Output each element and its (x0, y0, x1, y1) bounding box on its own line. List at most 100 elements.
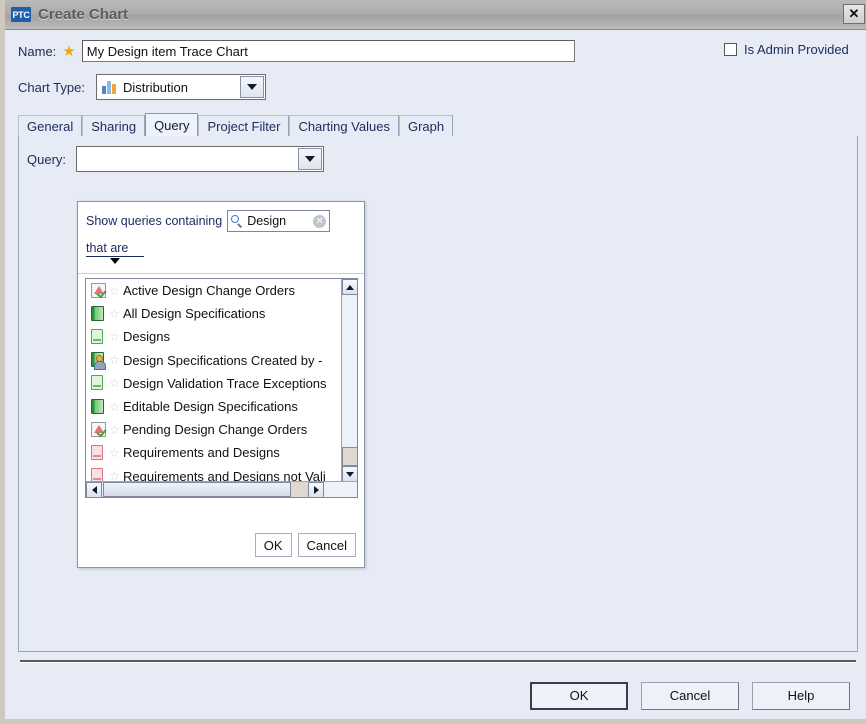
scroll-left-icon[interactable] (86, 482, 102, 497)
query-list-items: ☆ Active Design Change Orders ☆ All Desi… (86, 279, 342, 482)
list-item-label: Active Design Change Orders (123, 283, 295, 299)
tab-charting-values-label: Charting Values (298, 118, 390, 134)
search-input[interactable]: Design ✕ (227, 210, 331, 232)
help-button[interactable]: Help (752, 681, 850, 710)
favorite-star-icon[interactable]: ☆ (108, 307, 121, 321)
title-bar: PTC Create Chart ✕ (5, 0, 866, 30)
tab-project-filter-label: Project Filter (207, 118, 281, 134)
chevron-down-icon (110, 258, 120, 264)
tab-graph[interactable]: Graph (398, 115, 454, 136)
chart-type-label: Chart Type: (18, 79, 85, 95)
favorite-star-icon[interactable]: ☆ (108, 376, 121, 390)
search-icon (231, 214, 244, 228)
chart-type-dropdown-arrow-icon[interactable] (239, 76, 264, 98)
favorite-star-icon[interactable]: ☆ (108, 330, 121, 344)
favorite-star-icon[interactable]: ☆ (108, 446, 121, 460)
list-item[interactable]: ☆ Requirements and Designs not Vali (86, 465, 342, 482)
list-item[interactable]: ☆ Design Specifications Created by - (86, 349, 342, 372)
clear-search-icon[interactable]: ✕ (313, 214, 327, 228)
query-combo[interactable] (76, 146, 325, 172)
list-item[interactable]: ☆ Active Design Change Orders (86, 279, 342, 302)
vertical-scrollbar[interactable] (341, 279, 357, 482)
list-item-label: All Design Specifications (123, 306, 266, 322)
dialog-body: Name: ★ My Design item Trace Chart Is Ad… (10, 30, 866, 719)
tab-strip: General Sharing Query Project Filter Cha… (18, 113, 858, 137)
list-item-label: Editable Design Specifications (123, 399, 298, 415)
is-admin-provided-row: Is Admin Provided (724, 42, 849, 57)
ok-button[interactable]: OK (530, 681, 628, 710)
list-item[interactable]: ☆ Designs (86, 325, 342, 348)
document-pink-icon (89, 444, 106, 462)
horizontal-scrollbar-thumb[interactable] (103, 482, 291, 497)
scroll-right-icon[interactable] (308, 482, 324, 497)
tab-project-filter[interactable]: Project Filter (198, 115, 290, 136)
query-row: Query: (27, 146, 325, 172)
horizontal-scrollbar[interactable] (86, 481, 357, 497)
list-item-label: Pending Design Change Orders (123, 422, 308, 438)
popup-button-bar: OK Cancel (78, 523, 364, 567)
tab-general-label: General (27, 118, 74, 134)
query-label: Query: (27, 151, 67, 167)
chart-type-value: Distribution (122, 79, 188, 95)
list-item-label: Requirements and Designs not Vali (123, 468, 326, 482)
name-input-value: My Design item Trace Chart (86, 43, 248, 59)
list-item[interactable]: ☆ Editable Design Specifications (86, 395, 342, 418)
is-admin-provided-label: Is Admin Provided (744, 42, 849, 57)
list-item-label: Designs (123, 329, 170, 345)
popup-cancel-button[interactable]: Cancel (297, 533, 356, 557)
that-are-label: that are (86, 241, 144, 257)
query-dropdown-arrow-icon[interactable] (298, 148, 323, 170)
filter-label: Show queries containing (86, 214, 223, 228)
tab-query[interactable]: Query (145, 113, 199, 137)
list-item[interactable]: ☆ Pending Design Change Orders (86, 418, 342, 441)
filter-line: Show queries containing Design ✕ (86, 210, 356, 232)
change-order-icon (89, 282, 106, 300)
dialog-button-bar: OK Cancel Help (10, 672, 866, 719)
footer-divider (20, 660, 856, 663)
window-title: Create Chart (38, 6, 129, 23)
favorite-star-icon[interactable]: ☆ (108, 400, 121, 414)
cancel-button[interactable]: Cancel (641, 681, 739, 710)
list-item-label: Design Validation Trace Exceptions (123, 375, 327, 391)
document-green-icon (89, 374, 106, 392)
favorite-star-icon[interactable]: ☆ (108, 353, 121, 367)
ptc-logo-icon: PTC (11, 7, 31, 22)
vertical-scrollbar-thumb[interactable] (342, 447, 357, 466)
is-admin-provided-checkbox[interactable] (724, 43, 737, 56)
tab-query-label: Query (154, 117, 190, 133)
chart-type-row: Chart Type: Distribution (18, 74, 266, 100)
tab-general[interactable]: General (18, 115, 83, 136)
chart-type-combo[interactable]: Distribution (95, 74, 266, 100)
list-item[interactable]: ☆ All Design Specifications (86, 302, 342, 325)
document-green-icon (89, 328, 106, 346)
document-pink-icon (89, 467, 106, 482)
distribution-chart-icon (101, 80, 118, 94)
list-item-label: Requirements and Designs (123, 445, 280, 461)
that-are-dropdown[interactable]: that are (86, 241, 144, 264)
person-document-icon (89, 351, 106, 371)
tab-graph-label: Graph (407, 118, 445, 134)
favorite-star-icon[interactable]: ☆ (108, 284, 121, 298)
list-item[interactable]: ☆ Design Validation Trace Exceptions (86, 372, 342, 395)
favorite-star-icon[interactable]: ☆ (108, 423, 121, 437)
scroll-up-icon[interactable] (342, 279, 357, 295)
tab-charting-values[interactable]: Charting Values (289, 115, 399, 136)
name-input[interactable]: My Design item Trace Chart (81, 40, 575, 62)
scroll-down-icon[interactable] (342, 466, 357, 482)
query-list: ☆ Active Design Change Orders ☆ All Desi… (85, 278, 358, 498)
search-input-value: Design (247, 214, 287, 228)
horizontal-scrollbar-track[interactable] (291, 482, 308, 497)
window-frame: PTC Create Chart ✕ Name: ★ My Design ite… (0, 0, 866, 724)
query-picker-popup: Show queries containing Design ✕ that ar… (77, 201, 365, 568)
change-order-icon (89, 421, 106, 439)
name-label: Name: (18, 43, 57, 59)
book-icon (89, 398, 106, 416)
close-icon[interactable]: ✕ (843, 4, 865, 24)
popup-ok-button[interactable]: OK (254, 533, 292, 557)
book-icon (89, 305, 106, 323)
list-item-label: Design Specifications Created by - (123, 352, 323, 368)
tab-sharing[interactable]: Sharing (82, 115, 146, 136)
query-picker-filter-header: Show queries containing Design ✕ that ar… (78, 202, 364, 274)
list-item[interactable]: ☆ Requirements and Designs (86, 441, 342, 464)
create-chart-dialog: PTC Create Chart ✕ Name: ★ My Design ite… (0, 0, 866, 724)
